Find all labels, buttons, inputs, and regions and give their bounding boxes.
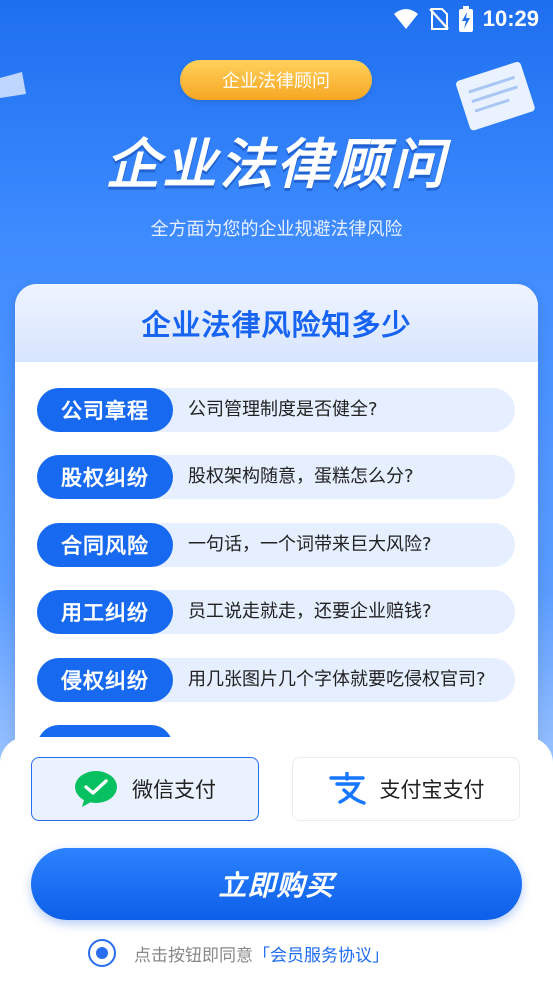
battery-charging-icon	[458, 6, 473, 32]
agreement-text: 点击按钮即同意	[134, 945, 253, 966]
membership-agreement-link[interactable]: 「会员服务协议」	[253, 941, 389, 966]
risk-item: 用工纠纷 员工说走就走，还要企业赔钱?	[37, 590, 517, 634]
status-bar: 10:29	[0, 0, 553, 38]
risk-item-question: 用几张图片几个字体就要吃侵权官司?	[188, 669, 486, 690]
wechat-pay-label: 微信支付	[132, 778, 216, 802]
page-title: 企业法律顾问	[105, 133, 448, 196]
risk-item: 合同风险 一句话，一个词带来巨大风险?	[37, 523, 517, 567]
risk-item-question: 员工说走就走，还要企业赔钱?	[188, 601, 432, 622]
alipay-label: 支付宝支付	[379, 778, 485, 802]
risk-item: 侵权纠纷 用几张图片几个字体就要吃侵权官司?	[37, 658, 517, 702]
risk-card-title: 企业法律风险知多少	[141, 308, 412, 342]
risk-item-question: 公司管理制度是否健全?	[188, 399, 378, 420]
risk-item-tag: 股权纠纷	[37, 455, 173, 499]
wifi-icon	[393, 9, 418, 29]
risk-item-tag: 用工纠纷	[37, 590, 173, 634]
risk-card: 企业法律风险知多少 公司章程 公司管理制度是否健全? 股权纠纷 股权架构随意，蛋…	[15, 284, 538, 804]
risk-item: 公司章程 公司管理制度是否健全?	[37, 388, 517, 432]
wechat-icon	[75, 771, 117, 807]
buy-now-button[interactable]: 立即购买	[31, 848, 522, 920]
risk-item: 股权纠纷 股权架构随意，蛋糕怎么分?	[37, 455, 517, 499]
page-subtitle: 全方面为您的企业规避法律风险	[150, 219, 403, 240]
status-icons: 10:29	[393, 6, 539, 32]
status-time: 10:29	[482, 6, 539, 31]
risk-card-header: 企业法律风险知多少	[15, 284, 538, 362]
risk-item-tag: 公司章程	[37, 388, 173, 432]
payment-panel: 微信支付 支付宝支付 立即购买 点击按钮即同意 「会员服务协议」	[0, 737, 553, 983]
risk-item-tag: 侵权纠纷	[37, 658, 173, 702]
agreement-row: 点击按钮即同意 「会员服务协议」	[88, 937, 389, 969]
agreement-radio[interactable]	[88, 939, 116, 967]
alipay-icon	[328, 772, 366, 805]
wechat-pay-option[interactable]: 微信支付	[31, 757, 259, 821]
no-sim-icon	[428, 8, 449, 30]
risk-item-question: 股权架构随意，蛋糕怎么分?	[188, 466, 414, 487]
risk-item-tag: 合同风险	[37, 523, 173, 567]
risk-item-question: 一句话，一个词带来巨大风险?	[188, 534, 432, 555]
alipay-option[interactable]: 支付宝支付	[292, 757, 520, 821]
paper-decoration-icon	[0, 72, 26, 98]
header-tag: 企业法律顾问	[180, 60, 372, 100]
